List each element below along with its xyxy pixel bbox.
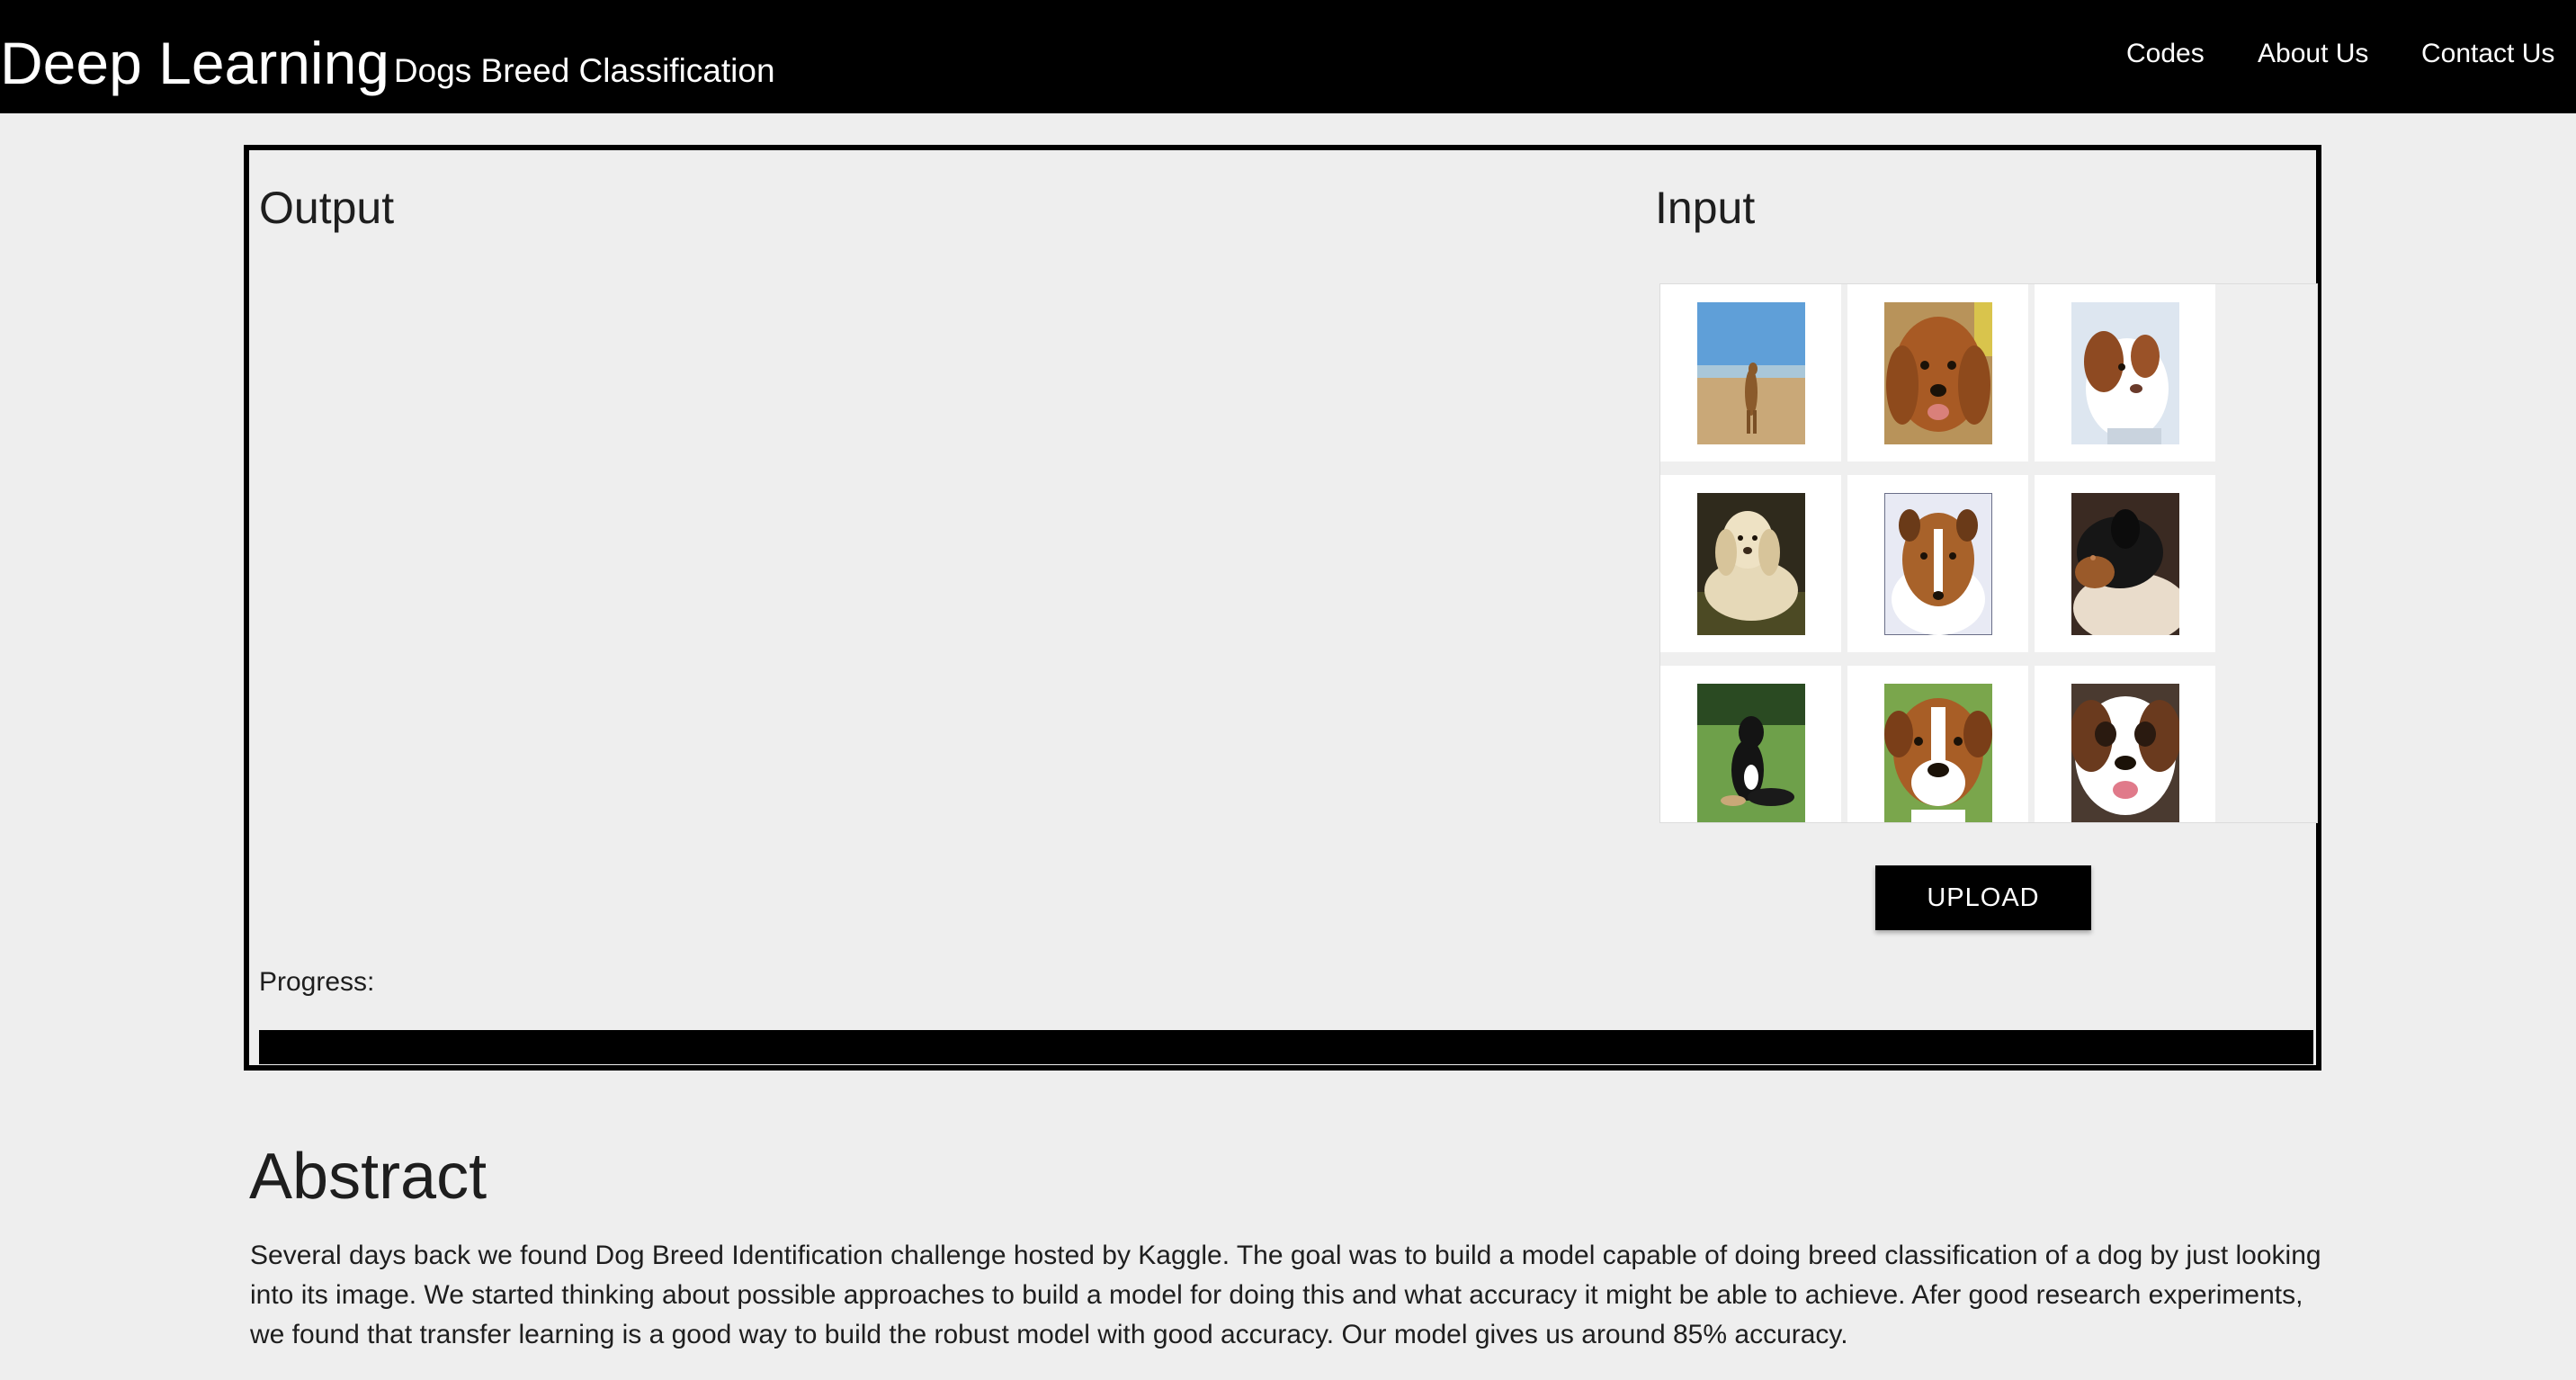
input-heading: Input xyxy=(1655,183,1756,233)
black-dog-on-grass-thumbnail xyxy=(1696,683,1805,822)
gallery-tile[interactable] xyxy=(2035,666,2215,822)
abstract-heading: Abstract xyxy=(249,1141,487,1213)
classifier-panel: Output Input UPLOAD Progress: xyxy=(244,145,2321,1071)
dog-on-beach-thumbnail xyxy=(1696,301,1805,444)
gallery-tile[interactable] xyxy=(1660,284,1841,461)
sample-image-gallery[interactable] xyxy=(1659,283,2318,823)
top-navbar: Deep Learning | Dogs Breed Classificatio… xyxy=(0,0,2576,113)
progress-bar xyxy=(259,1030,2313,1064)
nav-contact-us-link[interactable]: Contact Us xyxy=(2421,36,2554,72)
brittany-spaniel-thumbnail xyxy=(2071,301,2179,444)
progress-bar-fill xyxy=(259,1030,2313,1064)
gallery-tile[interactable] xyxy=(2035,475,2215,652)
site-subtitle: | Dogs Breed Classification xyxy=(376,52,775,89)
black-and-tan-hound-thumbnail xyxy=(2071,492,2179,635)
golden-retriever-thumbnail xyxy=(1883,301,1992,444)
gallery-tile[interactable] xyxy=(1660,475,1841,652)
gallery-tile[interactable] xyxy=(1847,475,2028,652)
output-heading: Output xyxy=(259,183,395,233)
gallery-tile[interactable] xyxy=(1660,666,1841,822)
nav-about-us-link[interactable]: About Us xyxy=(2258,36,2368,72)
abstract-text: Several days back we found Dog Breed Ide… xyxy=(250,1241,2321,1349)
progress-label: Progress: xyxy=(259,967,375,997)
gallery-tile[interactable] xyxy=(2035,284,2215,461)
boxer-thumbnail xyxy=(1883,683,1992,822)
gallery-tile[interactable] xyxy=(1847,666,2028,822)
gallery-tile[interactable] xyxy=(1847,284,2028,461)
collie-thumbnail xyxy=(1883,492,1992,635)
site-title[interactable]: Deep Learning xyxy=(0,27,389,99)
upload-button[interactable]: UPLOAD xyxy=(1875,865,2091,930)
cocker-spaniel-thumbnail xyxy=(1696,492,1805,635)
nav-codes-link[interactable]: Codes xyxy=(2126,36,2205,72)
saint-bernard-thumbnail xyxy=(2071,683,2179,822)
